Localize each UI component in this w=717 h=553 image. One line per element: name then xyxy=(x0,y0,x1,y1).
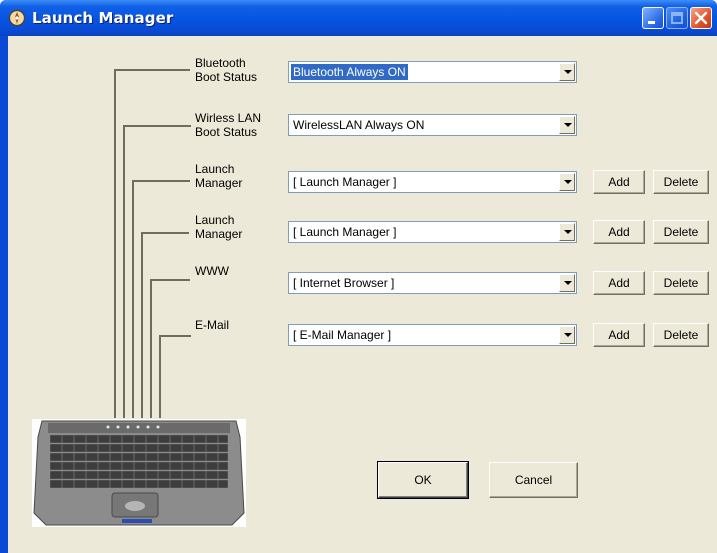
label-line: E-Mail xyxy=(195,318,230,332)
ok-button[interactable]: OK xyxy=(378,462,468,498)
combo-value: [ E-Mail Manager ] xyxy=(293,328,392,342)
delete-button[interactable]: Delete xyxy=(653,323,709,347)
label-line: Boot Status xyxy=(195,70,258,84)
connector-line xyxy=(132,180,190,182)
delete-button[interactable]: Delete xyxy=(653,220,709,244)
delete-button[interactable]: Delete xyxy=(653,271,709,295)
wireless-lan-boot-status-combo[interactable]: WirelessLAN Always ON xyxy=(288,114,577,136)
email-label: E-Mail xyxy=(195,318,229,332)
connector-line xyxy=(150,279,152,418)
title-bar[interactable]: Launch Manager xyxy=(0,0,717,36)
combo-value: [ Launch Manager ] xyxy=(293,225,397,239)
add-button[interactable]: Add xyxy=(593,170,645,194)
launch-manager-icon xyxy=(8,9,26,27)
connector-line xyxy=(141,232,143,418)
label-line: Boot Status xyxy=(195,125,258,139)
wireless-lan-boot-status-label: Wirless LAN Boot Status xyxy=(195,111,261,139)
launch-manager-window: Launch Manager Bluetooth Boot Status Blu… xyxy=(0,0,717,553)
add-button[interactable]: Add xyxy=(593,323,645,347)
minimize-button[interactable] xyxy=(642,7,664,29)
label-line: Manager xyxy=(195,227,243,241)
chevron-down-icon[interactable] xyxy=(559,326,575,344)
close-icon xyxy=(694,11,708,25)
maximize-button[interactable] xyxy=(666,7,688,29)
bluetooth-boot-status-label: Bluetooth Boot Status xyxy=(195,56,257,84)
label-line: WWW xyxy=(195,264,229,278)
launch-manager-2-label: Launch Manager xyxy=(195,213,242,241)
maximize-icon xyxy=(671,12,683,24)
add-button[interactable]: Add xyxy=(593,220,645,244)
label-line: Wirless LAN xyxy=(195,111,262,125)
delete-button[interactable]: Delete xyxy=(653,170,709,194)
label-line: Launch xyxy=(195,213,235,227)
close-button[interactable] xyxy=(690,7,712,29)
connector-line xyxy=(114,69,190,71)
launch-manager-2-combo[interactable]: [ Launch Manager ] xyxy=(288,221,577,243)
www-label: WWW xyxy=(195,264,229,278)
connector-line xyxy=(132,180,134,418)
add-button[interactable]: Add xyxy=(593,271,645,295)
label-line: Launch xyxy=(195,162,235,176)
connector-line xyxy=(150,279,190,281)
chevron-down-icon[interactable] xyxy=(559,63,575,81)
minimize-icon xyxy=(648,21,655,24)
bluetooth-boot-status-combo[interactable]: Bluetooth Always ON xyxy=(288,61,577,83)
window-title: Launch Manager xyxy=(32,9,174,27)
connector-line xyxy=(159,335,161,418)
combo-value: Bluetooth Always ON xyxy=(291,64,408,80)
combo-value: [ Internet Browser ] xyxy=(293,276,395,290)
chevron-down-icon[interactable] xyxy=(559,223,575,241)
connector-line xyxy=(159,335,191,337)
launch-manager-1-label: Launch Manager xyxy=(195,162,242,190)
connector-line xyxy=(114,69,116,418)
connector-line xyxy=(123,125,191,127)
combo-value: [ Launch Manager ] xyxy=(293,175,397,189)
connector-line xyxy=(123,125,125,418)
chevron-down-icon[interactable] xyxy=(559,116,575,134)
connector-line xyxy=(141,232,189,234)
client-area: Bluetooth Boot Status Bluetooth Always O… xyxy=(8,36,717,553)
label-line: Bluetooth xyxy=(195,56,246,70)
cancel-button[interactable]: Cancel xyxy=(489,462,578,498)
chevron-down-icon[interactable] xyxy=(559,274,575,292)
combo-value: WirelessLAN Always ON xyxy=(293,118,425,132)
laptop-keyboard-image xyxy=(32,419,246,527)
email-combo[interactable]: [ E-Mail Manager ] xyxy=(288,324,577,346)
label-line: Manager xyxy=(195,176,243,190)
chevron-down-icon[interactable] xyxy=(559,173,575,191)
www-combo[interactable]: [ Internet Browser ] xyxy=(288,272,577,294)
launch-manager-1-combo[interactable]: [ Launch Manager ] xyxy=(288,171,577,193)
